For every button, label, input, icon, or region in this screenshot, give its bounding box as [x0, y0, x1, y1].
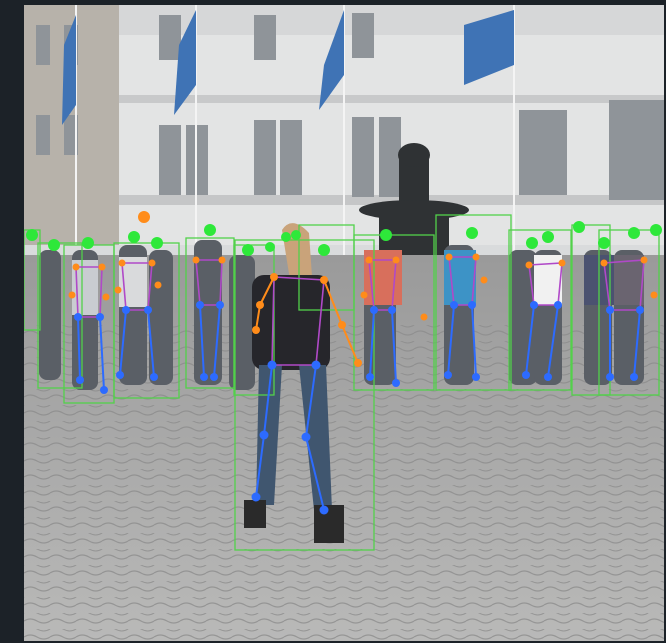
- pose-scene: [24, 5, 664, 641]
- image-frame: [24, 5, 664, 641]
